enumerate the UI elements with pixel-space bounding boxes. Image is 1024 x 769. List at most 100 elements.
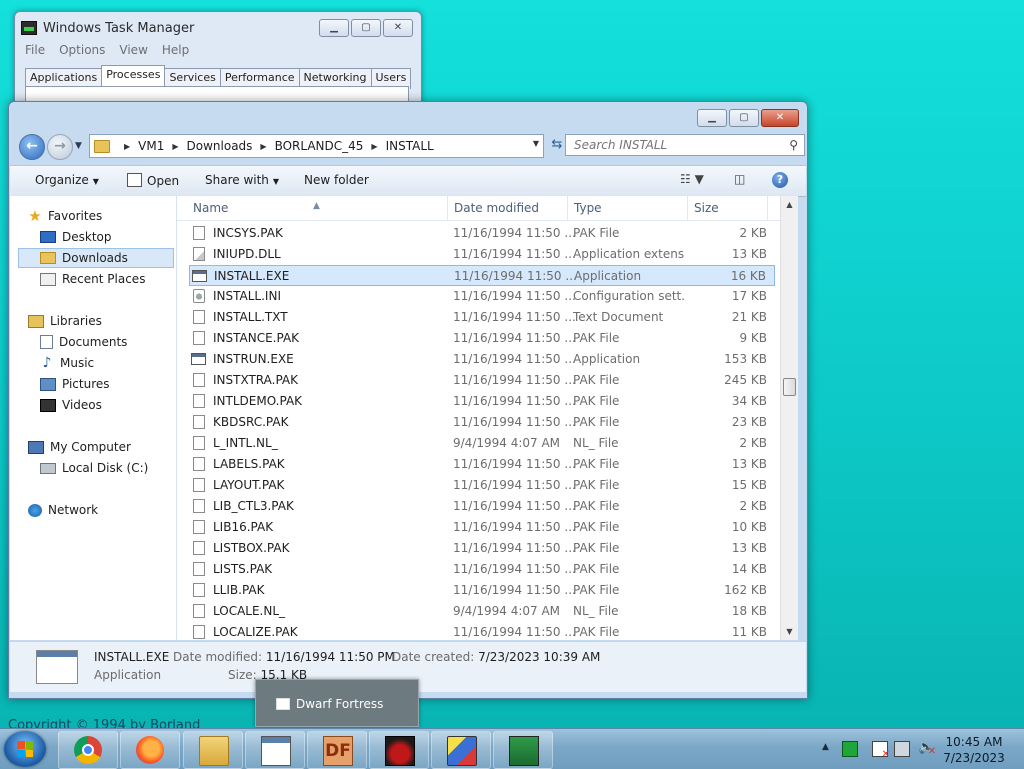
file-date: 11/16/1994 11:50 ... — [453, 562, 576, 576]
nav-downloads[interactable]: Downloads — [18, 248, 174, 268]
action-center-icon[interactable] — [872, 741, 890, 760]
chevron-right-icon[interactable]: ▶ — [172, 142, 178, 151]
table-row[interactable]: KBDSRC.PAK 11/16/1994 11:50 ... PAK File 23… — [189, 412, 775, 433]
star-icon: ★ — [28, 206, 42, 225]
table-row[interactable]: LIB_CTL3.PAK 11/16/1994 11:50 ... PAK File… — [189, 496, 775, 517]
table-row[interactable]: INSTXTRA.PAK 11/16/1994 11:50 ... PAK File… — [189, 370, 775, 391]
nav-network[interactable]: Network — [28, 500, 98, 520]
close-button[interactable]: ✕ — [383, 19, 413, 37]
file-icon — [193, 436, 205, 450]
table-row[interactable]: L_INTL.NL_ 9/4/1994 4:07 AM NL_ File 2 KB — [189, 433, 775, 454]
chevron-right-icon[interactable]: ▶ — [260, 142, 266, 151]
task-manager-window[interactable]: Windows Task Manager ▁ ▢ ✕ File Options … — [14, 11, 422, 108]
table-row[interactable]: INSTALL.EXE 11/16/1994 11:50 ... Applicati… — [189, 265, 775, 286]
table-row[interactable]: LABELS.PAK 11/16/1994 11:50 ... PAK File 13… — [189, 454, 775, 475]
nav-videos[interactable]: Videos — [40, 395, 102, 415]
table-row[interactable]: INCSYS.PAK 11/16/1994 11:50 ... PAK File 2 … — [189, 223, 775, 244]
column-date-modified[interactable]: Date modified — [454, 201, 539, 215]
tray-app-icon[interactable] — [842, 741, 858, 757]
preview-pane-icon[interactable]: ◫ — [734, 172, 745, 186]
nav-my-computer[interactable]: My Computer — [28, 437, 131, 457]
address-bar[interactable]: ▶ VM1 ▶ Downloads ▶ BORLANDC_45 ▶ INSTAL… — [89, 134, 544, 158]
breadcrumb-borlandc[interactable]: BORLANDC_45 — [275, 139, 364, 153]
nav-desktop[interactable]: Desktop — [40, 227, 112, 247]
search-icon[interactable]: ⚲ — [789, 138, 798, 152]
forward-button[interactable]: → — [47, 134, 73, 160]
scroll-thumb[interactable] — [783, 378, 796, 396]
taskbar-firefox[interactable] — [120, 731, 180, 769]
nav-libraries[interactable]: Libraries — [28, 311, 102, 331]
maximize-button[interactable]: ▢ — [729, 109, 759, 127]
videos-icon — [40, 398, 56, 412]
file-date: 11/16/1994 11:50 ... — [453, 583, 576, 597]
taskbar-task-manager[interactable] — [245, 731, 305, 769]
table-row[interactable]: INTLDEMO.PAK 11/16/1994 11:50 ... PAK File… — [189, 391, 775, 412]
nav-documents[interactable]: Documents — [40, 332, 127, 352]
nav-favorites[interactable]: ★ Favorites — [28, 206, 102, 226]
explorer-window[interactable]: ▁ ▢ ✕ ← → ▼ ▶ VM1 ▶ Downloads ▶ BORLANDC… — [8, 101, 808, 699]
help-icon[interactable]: ? — [772, 172, 788, 188]
clock[interactable]: 10:45 AM 7/23/2023 — [934, 734, 1014, 766]
chevron-down-icon[interactable]: ▼ — [533, 139, 539, 148]
minimize-button[interactable]: ▁ — [319, 19, 349, 37]
nav-pictures[interactable]: Pictures — [40, 374, 110, 394]
search-box[interactable]: ⚲ — [565, 134, 805, 156]
back-button[interactable]: ← — [19, 134, 45, 160]
table-row[interactable]: INSTALL.TXT 11/16/1994 11:50 ... Text Docu… — [189, 307, 775, 328]
close-button[interactable]: ✕ — [761, 109, 799, 127]
table-row[interactable]: INIUPD.DLL 11/16/1994 11:50 ... Applicatio… — [189, 244, 775, 265]
share-with-button[interactable]: Share with ▼ — [205, 173, 279, 187]
tab-processes[interactable]: Processes — [101, 65, 166, 86]
file-name: INSTXTRA.PAK — [213, 373, 299, 387]
taskbar-paint[interactable] — [431, 731, 491, 769]
table-row[interactable]: INSTALL.INI 11/16/1994 11:50 ... Configura… — [189, 286, 775, 307]
menu-help[interactable]: Help — [162, 43, 189, 57]
nav-recent-places[interactable]: Recent Places — [40, 269, 145, 289]
table-row[interactable]: INSTANCE.PAK 11/16/1994 11:50 ... PAK File… — [189, 328, 775, 349]
minimize-button[interactable]: ▁ — [697, 109, 727, 127]
table-row[interactable]: LLIB.PAK 11/16/1994 11:50 ... PAK File 162 … — [189, 580, 775, 601]
breadcrumb-vm1[interactable]: VM1 — [138, 139, 164, 153]
scroll-up-icon[interactable]: ▲ — [781, 196, 798, 213]
table-row[interactable]: LISTS.PAK 11/16/1994 11:50 ... PAK File 14 … — [189, 559, 775, 580]
menu-view[interactable]: View — [119, 43, 147, 57]
file-name: INSTALL.TXT — [213, 310, 288, 324]
table-row[interactable]: LOCALE.NL_ 9/4/1994 4:07 AM NL_ File 18 KB — [189, 601, 775, 622]
organize-button[interactable]: Organize ▼ — [35, 173, 99, 187]
maximize-button[interactable]: ▢ — [351, 19, 381, 37]
vertical-scrollbar[interactable]: ▲ ▼ — [780, 196, 798, 640]
taskbar-monitor[interactable] — [493, 731, 553, 769]
taskbar-explorer[interactable] — [183, 731, 243, 769]
change-view-icon[interactable]: ☷ ▼ — [680, 172, 704, 186]
table-row[interactable]: LAYOUT.PAK 11/16/1994 11:50 ... PAK File 15… — [189, 475, 775, 496]
table-row[interactable]: INSTRUN.EXE 11/16/1994 11:50 ... Applicati… — [189, 349, 775, 370]
chevron-right-icon[interactable]: ▶ — [371, 142, 377, 151]
start-button[interactable] — [4, 731, 46, 767]
network-status-icon[interactable] — [894, 741, 910, 757]
column-type[interactable]: Type — [574, 201, 602, 215]
show-hidden-icons[interactable]: ▲ — [822, 742, 829, 752]
nav-local-disk[interactable]: Local Disk (C:) — [40, 458, 148, 478]
history-dropdown-icon[interactable]: ▼ — [75, 141, 82, 151]
search-input[interactable] — [574, 138, 774, 152]
table-row[interactable]: LOCALIZE.PAK 11/16/1994 11:50 ... PAK File… — [189, 622, 775, 640]
column-size[interactable]: Size — [694, 201, 719, 215]
column-name[interactable]: Name — [193, 201, 228, 215]
taskbar-chrome[interactable] — [58, 731, 118, 769]
taskbar-thumbnail-tooltip[interactable]: Dwarf Fortress — [255, 679, 419, 727]
menu-file[interactable]: File — [25, 43, 45, 57]
volume-muted-icon[interactable]: 🔈 — [918, 741, 936, 760]
new-folder-button[interactable]: New folder — [304, 173, 369, 187]
menu-options[interactable]: Options — [59, 43, 105, 57]
taskbar-game[interactable] — [369, 731, 429, 769]
breadcrumb-install[interactable]: INSTALL — [386, 139, 434, 153]
file-list[interactable]: ▲ Name Date modified Type Size INCSYS.PA… — [177, 196, 798, 640]
nav-music[interactable]: ♪ Music — [40, 353, 95, 373]
chevron-right-icon[interactable]: ▶ — [124, 142, 130, 151]
table-row[interactable]: LIB16.PAK 11/16/1994 11:50 ... PAK File 10 … — [189, 517, 775, 538]
table-row[interactable]: LISTBOX.PAK 11/16/1994 11:50 ... PAK File 1… — [189, 538, 775, 559]
breadcrumb-downloads[interactable]: Downloads — [187, 139, 253, 153]
scroll-down-icon[interactable]: ▼ — [781, 623, 798, 640]
open-button[interactable]: Open — [127, 173, 179, 188]
taskbar-dwarf-fortress[interactable]: DF — [307, 731, 367, 769]
